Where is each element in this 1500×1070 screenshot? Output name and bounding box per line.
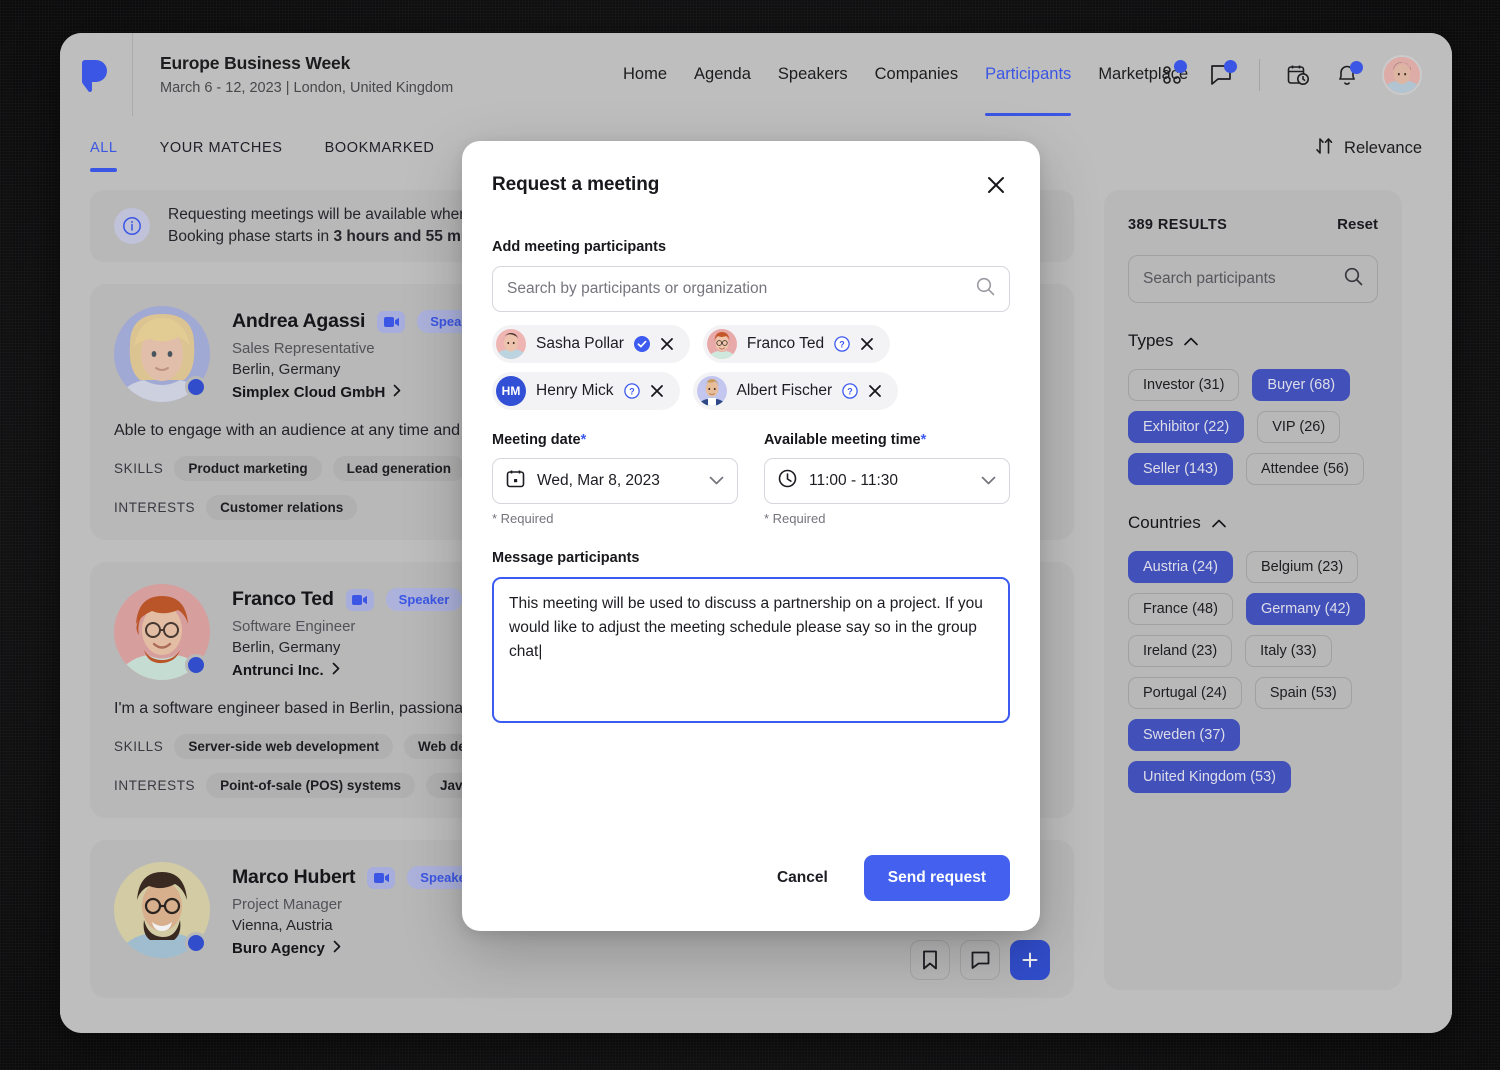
participant-name: Sasha Pollar bbox=[536, 335, 624, 352]
meeting-date-hint: * Required bbox=[492, 511, 554, 526]
text-cursor: | bbox=[538, 643, 543, 660]
participant-name: Albert Fischer bbox=[736, 382, 833, 399]
participant-name: Franco Ted bbox=[746, 335, 825, 352]
avatar bbox=[496, 329, 526, 359]
required-asterisk: * bbox=[580, 432, 587, 448]
meeting-time-value: 11:00 - 11:30 bbox=[809, 472, 899, 489]
selected-participant-chip: Franco Ted ? bbox=[702, 325, 891, 363]
status-accepted-icon bbox=[633, 336, 650, 352]
add-participants-field: Add meeting participants Search by parti… bbox=[492, 239, 1010, 410]
avatar bbox=[696, 376, 727, 406]
participant-search-input[interactable]: Search by participants or organization bbox=[492, 266, 1010, 312]
modal-footer: Cancel Send request bbox=[492, 855, 1010, 901]
participant-search-placeholder: Search by participants or organization bbox=[507, 280, 768, 297]
chevron-down-icon bbox=[981, 472, 996, 490]
request-meeting-modal: Request a meeting Add meeting participan… bbox=[462, 141, 1040, 931]
message-text: This meeting will be used to discuss a p… bbox=[509, 595, 983, 660]
selected-participant-chip: Albert Fischer ? bbox=[692, 372, 899, 410]
required-asterisk: * bbox=[920, 432, 927, 448]
meeting-time-hint: * Required bbox=[764, 511, 826, 526]
close-icon[interactable] bbox=[982, 171, 1010, 199]
meeting-date-label-text: Meeting date bbox=[492, 432, 581, 448]
datetime-fields: Meeting date* Wed, Mar 8, 2023 * Require… bbox=[492, 432, 1010, 526]
chevron-down-icon bbox=[709, 472, 724, 490]
status-pending-icon: ? bbox=[623, 383, 640, 399]
remove-participant-button[interactable] bbox=[868, 384, 882, 398]
meeting-date-label: Meeting date* bbox=[492, 432, 738, 448]
selected-participant-chip: HM Henry Mick ? bbox=[492, 372, 680, 410]
app-screen: Europe Business Week March 6 - 12, 2023 … bbox=[60, 33, 1452, 1033]
meeting-time-label: Available meeting time* bbox=[764, 432, 1010, 448]
meeting-date-field: Meeting date* Wed, Mar 8, 2023 * Require… bbox=[492, 432, 738, 526]
avatar bbox=[706, 329, 737, 359]
message-textarea[interactable]: This meeting will be used to discuss a p… bbox=[492, 577, 1010, 723]
selected-participant-chip: Sasha Pollar bbox=[492, 325, 690, 363]
meeting-date-select[interactable]: Wed, Mar 8, 2023 bbox=[492, 458, 738, 504]
selected-participants-list: Sasha Pollar Franco Ted ? HM Henry Mick … bbox=[492, 325, 1010, 410]
status-pending-icon: ? bbox=[842, 383, 858, 399]
clock-icon bbox=[778, 469, 797, 493]
remove-participant-button[interactable] bbox=[860, 337, 874, 351]
meeting-time-field: Available meeting time* 11:00 - 11:30 * … bbox=[764, 432, 1010, 526]
participant-name: Henry Mick bbox=[536, 382, 614, 399]
add-participants-label: Add meeting participants bbox=[492, 239, 667, 255]
calendar-icon bbox=[506, 469, 525, 493]
send-request-button[interactable]: Send request bbox=[863, 855, 1010, 901]
remove-participant-button[interactable] bbox=[660, 337, 674, 351]
device-frame: Europe Business Week March 6 - 12, 2023 … bbox=[0, 0, 1500, 1070]
remove-participant-button[interactable] bbox=[650, 384, 664, 398]
cancel-button[interactable]: Cancel bbox=[755, 857, 850, 899]
message-label: Message participants bbox=[492, 550, 640, 566]
meeting-time-label-text: Available meeting time bbox=[764, 432, 921, 448]
meeting-time-select[interactable]: 11:00 - 11:30 bbox=[764, 458, 1010, 504]
modal-header: Request a meeting bbox=[492, 171, 1010, 199]
svg-text:?: ? bbox=[839, 340, 845, 350]
modal-title: Request a meeting bbox=[492, 174, 660, 195]
svg-text:?: ? bbox=[847, 387, 853, 397]
search-icon bbox=[976, 277, 995, 301]
status-pending-icon: ? bbox=[834, 336, 850, 352]
avatar-initials: HM bbox=[496, 376, 526, 406]
meeting-date-value: Wed, Mar 8, 2023 bbox=[537, 472, 660, 489]
svg-text:?: ? bbox=[629, 387, 635, 397]
